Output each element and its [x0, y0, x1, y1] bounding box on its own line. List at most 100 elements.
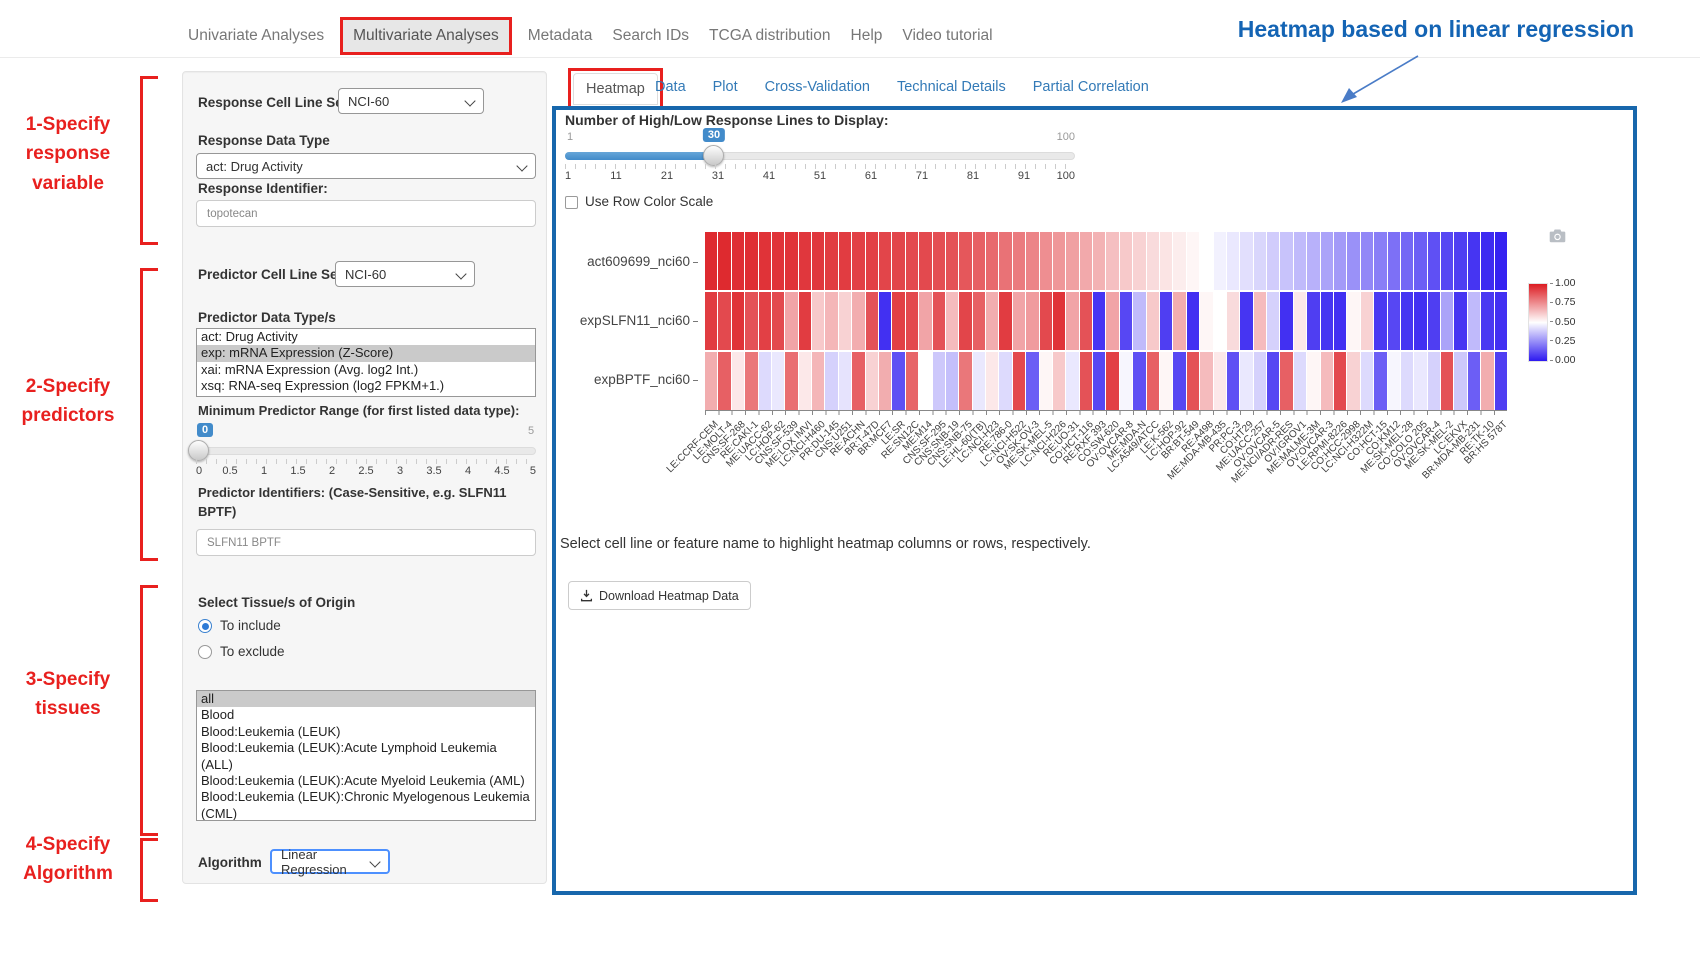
heatmap-cell[interactable] [718, 232, 730, 290]
heatmap-cell[interactable] [919, 352, 931, 410]
heatmap-cell[interactable] [1428, 292, 1440, 350]
heatmap-cell[interactable] [946, 352, 958, 410]
heatmap-cell[interactable] [1227, 352, 1239, 410]
tab-technical-details[interactable]: Technical Details [897, 79, 1006, 95]
heatmap-cell[interactable] [759, 292, 771, 350]
heatmap-cell[interactable] [1120, 232, 1132, 290]
heatmap-cell[interactable] [1401, 292, 1413, 350]
heatmap-cell[interactable] [892, 292, 904, 350]
heatmap-cell[interactable] [986, 232, 998, 290]
heatmap-cell[interactable] [745, 232, 757, 290]
heatmap-cell[interactable] [772, 292, 784, 350]
heatmap-cell[interactable] [959, 232, 971, 290]
heatmap-cell[interactable] [1227, 292, 1239, 350]
heatmap-cell[interactable] [1160, 232, 1172, 290]
heatmap-cell[interactable] [1307, 292, 1319, 350]
heatmap-cell[interactable] [1013, 292, 1025, 350]
heatmap-cell[interactable] [1066, 292, 1078, 350]
heatmap-cell[interactable] [999, 232, 1011, 290]
heatmap-cell[interactable] [946, 232, 958, 290]
heatmap-cell[interactable] [1374, 352, 1386, 410]
listbox-option[interactable]: Blood [197, 707, 535, 723]
heatmap-cell[interactable] [1294, 352, 1306, 410]
heatmap-cell[interactable] [1267, 352, 1279, 410]
response-cell-line-set-select[interactable]: NCI-60 [338, 88, 484, 114]
heatmap-cell[interactable] [906, 292, 918, 350]
heatmap-cell[interactable] [1120, 292, 1132, 350]
heatmap-cell[interactable] [1441, 232, 1453, 290]
heatmap-cell[interactable] [825, 352, 837, 410]
listbox-option[interactable]: xsq: RNA-seq Expression (log2 FPKM+1.) [197, 378, 535, 394]
tissue-listbox[interactable]: allBloodBlood:Leukemia (LEUK)Blood:Leuke… [196, 690, 536, 821]
heatmap-cell[interactable] [1441, 292, 1453, 350]
heatmap-cell[interactable] [1414, 352, 1426, 410]
heatmap-cell[interactable] [1214, 352, 1226, 410]
heatmap-cell[interactable] [959, 352, 971, 410]
heatmap-cell[interactable] [1254, 232, 1266, 290]
heatmap-cell[interactable] [1454, 232, 1466, 290]
listbox-option[interactable]: Blood:Leukemia (LEUK):Acute Lymphoid Leu… [197, 740, 535, 773]
heatmap-cell[interactable] [1280, 292, 1292, 350]
heatmap-cell[interactable] [866, 232, 878, 290]
nav-help[interactable]: Help [841, 17, 893, 55]
tab-data[interactable]: Data [655, 79, 686, 95]
heatmap-cell[interactable] [1374, 232, 1386, 290]
camera-icon[interactable] [1549, 228, 1566, 243]
heatmap-cell[interactable] [1481, 352, 1493, 410]
heatmap-cell[interactable] [1495, 352, 1507, 410]
predictor-identifiers-input[interactable]: SLFN11 BPTF [196, 529, 536, 556]
heatmap-cell[interactable] [852, 292, 864, 350]
heatmap-cell[interactable] [1080, 232, 1092, 290]
heatmap-cell[interactable] [1053, 292, 1065, 350]
tissue-exclude-label[interactable]: To exclude [220, 644, 285, 659]
heatmap-cell[interactable] [906, 232, 918, 290]
heatmap-cell[interactable] [839, 232, 851, 290]
nav-search-ids[interactable]: Search IDs [602, 17, 699, 55]
heatmap-cell[interactable] [866, 292, 878, 350]
tissue-include-label[interactable]: To include [220, 618, 281, 633]
heatmap-cell[interactable] [866, 352, 878, 410]
nav-metadata[interactable]: Metadata [518, 17, 603, 55]
heatmap-cell[interactable] [933, 292, 945, 350]
heatmap-cell[interactable] [1321, 232, 1333, 290]
heatmap-cell[interactable] [999, 352, 1011, 410]
heatmap-cell[interactable] [879, 352, 891, 410]
heatmap-cell[interactable] [1254, 352, 1266, 410]
heatmap-cell[interactable] [1495, 232, 1507, 290]
tab-partial-correlation[interactable]: Partial Correlation [1033, 79, 1149, 95]
heatmap-cell[interactable] [1388, 232, 1400, 290]
heatmap-cell[interactable] [759, 352, 771, 410]
heatmap-cell[interactable] [1200, 352, 1212, 410]
heatmap-cell[interactable] [1080, 352, 1092, 410]
heatmap-cell[interactable] [1374, 292, 1386, 350]
listbox-option[interactable]: xai: mRNA Expression (Avg. log2 Int.) [197, 362, 535, 378]
heatmap-cell[interactable] [1267, 292, 1279, 350]
heatmap-cell[interactable] [1280, 352, 1292, 410]
heatmap-cell[interactable] [772, 232, 784, 290]
predictor-data-types-listbox[interactable]: act: Drug Activityexp: mRNA Expression (… [196, 328, 536, 397]
heatmap-cell[interactable] [1254, 292, 1266, 350]
heatmap-cell[interactable] [973, 232, 985, 290]
heatmap-cell[interactable] [1401, 232, 1413, 290]
heatmap-cell[interactable] [1214, 292, 1226, 350]
heatmap-cell[interactable] [1040, 352, 1052, 410]
heatmap-cell[interactable] [1414, 232, 1426, 290]
heatmap-cell[interactable] [1066, 232, 1078, 290]
tissue-include-radio[interactable] [198, 619, 212, 633]
heatmap-cell[interactable] [1414, 292, 1426, 350]
heatmap-cell[interactable] [892, 352, 904, 410]
heatmap-cell[interactable] [892, 232, 904, 290]
heatmap-grid[interactable] [705, 232, 1507, 410]
heatmap-cell[interactable] [1401, 352, 1413, 410]
heatmap-cell[interactable] [759, 232, 771, 290]
heatmap-cell[interactable] [825, 292, 837, 350]
heatmap-cell[interactable] [1147, 352, 1159, 410]
heatmap-cell[interactable] [1106, 352, 1118, 410]
heatmap-cell[interactable] [1040, 232, 1052, 290]
heatmap-cell[interactable] [785, 232, 797, 290]
listbox-option[interactable]: Blood:Leukemia (LEUK) [197, 724, 535, 740]
heatmap-cell[interactable] [959, 292, 971, 350]
heatmap-cell[interactable] [745, 292, 757, 350]
heatmap-cell[interactable] [1133, 232, 1145, 290]
listbox-option[interactable]: Blood:Leukemia (LEUK):Acute Myeloid Leuk… [197, 773, 535, 789]
